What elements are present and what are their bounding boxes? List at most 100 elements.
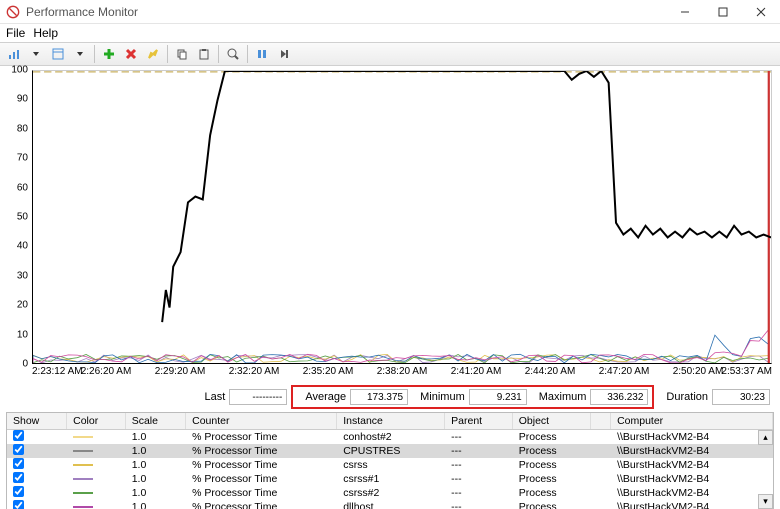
x-tick: 2:32:20 AM <box>229 366 280 377</box>
duration-label: Duration <box>666 391 708 403</box>
x-tick: 2:50:20 AM <box>673 366 724 377</box>
minimum-value: 9.231 <box>469 389 527 405</box>
dropdown-arrow-icon[interactable] <box>70 44 90 64</box>
cell: \\BurstHackVM2-B4 <box>611 429 773 444</box>
cell <box>67 458 126 472</box>
show-checkbox[interactable] <box>13 500 24 509</box>
toolbar <box>0 42 780 66</box>
menu-file[interactable]: File <box>6 26 25 40</box>
color-swatch <box>73 464 93 466</box>
cell <box>7 500 67 509</box>
scroll-down-button[interactable]: ▾ <box>758 494 773 509</box>
column-header[interactable]: Instance <box>337 413 445 429</box>
cell: --- <box>445 444 513 458</box>
cell: Process <box>512 444 590 458</box>
cell <box>67 500 126 509</box>
cell: Process <box>512 500 590 509</box>
close-button[interactable] <box>742 0 780 23</box>
table-row[interactable]: 1.0% Processor TimeCPUSTRES---Process\\B… <box>7 444 773 458</box>
cell: Process <box>512 472 590 486</box>
highlight-box: Average 173.375 Minimum 9.231 Maximum 33… <box>291 385 654 409</box>
last-label: Last <box>205 391 226 403</box>
column-header[interactable]: Show <box>7 413 67 429</box>
counter-table[interactable]: ShowColorScaleCounterInstanceParentObjec… <box>7 413 773 509</box>
show-checkbox[interactable] <box>13 444 24 455</box>
show-checkbox[interactable] <box>13 430 24 441</box>
table-row[interactable]: 1.0% Processor Timecsrss---Process\\Burs… <box>7 458 773 472</box>
cell: --- <box>445 458 513 472</box>
y-tick: 0 <box>22 359 28 370</box>
chart-view-button[interactable] <box>4 44 24 64</box>
column-header[interactable]: Object <box>512 413 590 429</box>
y-tick: 40 <box>17 241 28 252</box>
plot-area[interactable] <box>32 70 772 364</box>
column-header[interactable]: Scale <box>125 413 185 429</box>
x-tick: 2:29:20 AM <box>155 366 206 377</box>
titlebar: Performance Monitor <box>0 0 780 24</box>
maximum-label: Maximum <box>539 391 587 403</box>
color-swatch <box>73 478 93 480</box>
cell: csrss#2 <box>337 486 445 500</box>
table-row[interactable]: 1.0% Processor Timedllhost---Process\\Bu… <box>7 500 773 509</box>
last-value: --------- <box>229 389 287 405</box>
cell: dllhost <box>337 500 445 509</box>
x-tick: 2:44:20 AM <box>525 366 576 377</box>
column-header[interactable]: Counter <box>186 413 337 429</box>
properties-button[interactable] <box>48 44 68 64</box>
average-label: Average <box>305 391 346 403</box>
y-axis: 0102030405060708090100 <box>8 70 32 364</box>
cell: 1.0 <box>125 472 185 486</box>
table-row[interactable]: 1.0% Processor Timecsrss#1---Process\\Bu… <box>7 472 773 486</box>
column-header[interactable]: Parent <box>445 413 513 429</box>
toolbar-separator <box>167 45 168 63</box>
table-row[interactable]: 1.0% Processor Timecsrss#2---Process\\Bu… <box>7 486 773 500</box>
cell: % Processor Time <box>186 429 337 444</box>
cell: 1.0 <box>125 500 185 509</box>
maximize-button[interactable] <box>704 0 742 23</box>
menu-help[interactable]: Help <box>33 26 58 40</box>
column-header[interactable]: Color <box>67 413 126 429</box>
delete-counter-button[interactable] <box>121 44 141 64</box>
cell <box>591 458 611 472</box>
counter-table-wrap: ShowColorScaleCounterInstanceParentObjec… <box>6 412 774 509</box>
y-tick: 100 <box>11 65 28 76</box>
show-checkbox[interactable] <box>13 458 24 469</box>
paste-button[interactable] <box>194 44 214 64</box>
x-tick: 2:38:20 AM <box>377 366 428 377</box>
cell <box>591 486 611 500</box>
cell: \\BurstHackVM2-B4 <box>611 472 773 486</box>
cell <box>7 486 67 500</box>
copy-button[interactable] <box>172 44 192 64</box>
add-counter-button[interactable] <box>99 44 119 64</box>
cell: Process <box>512 486 590 500</box>
column-header[interactable] <box>591 413 611 429</box>
show-checkbox[interactable] <box>13 472 24 483</box>
y-tick: 20 <box>17 300 28 311</box>
cell: \\BurstHackVM2-B4 <box>611 444 773 458</box>
update-button[interactable] <box>274 44 294 64</box>
cell <box>67 429 126 444</box>
cell: --- <box>445 472 513 486</box>
freeze-button[interactable] <box>252 44 272 64</box>
y-tick: 50 <box>17 212 28 223</box>
cell <box>67 472 126 486</box>
y-tick: 30 <box>17 270 28 281</box>
app-icon <box>6 5 20 19</box>
y-tick: 90 <box>17 94 28 105</box>
column-header[interactable]: Computer <box>611 413 773 429</box>
cell: 1.0 <box>125 429 185 444</box>
cell <box>7 458 67 472</box>
cell: Process <box>512 429 590 444</box>
show-checkbox[interactable] <box>13 486 24 497</box>
highlight-button[interactable] <box>143 44 163 64</box>
menubar: File Help <box>0 24 780 42</box>
zoom-button[interactable] <box>223 44 243 64</box>
minimize-button[interactable] <box>666 0 704 23</box>
scroll-up-button[interactable]: ▴ <box>758 430 773 445</box>
table-row[interactable]: 1.0% Processor Timeconhost#2---Process\\… <box>7 429 773 444</box>
cell <box>591 429 611 444</box>
color-swatch <box>73 436 93 438</box>
dropdown-arrow-icon[interactable] <box>26 44 46 64</box>
cell <box>7 444 67 458</box>
chart-area: 0102030405060708090100 <box>0 66 780 364</box>
